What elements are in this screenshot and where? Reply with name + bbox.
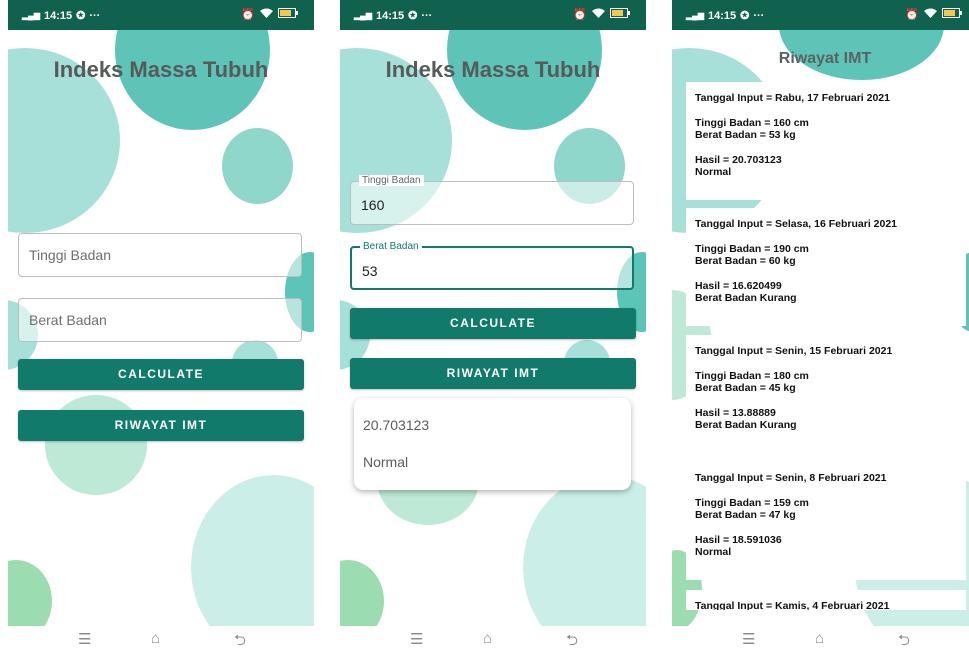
home-icon[interactable]: ⌂	[815, 630, 824, 647]
wifi-icon	[924, 8, 937, 21]
status-time: 14:15	[375, 9, 405, 22]
page-title: Indeks Massa Tubuh	[53, 57, 269, 82]
height-value: 160	[361, 197, 385, 213]
sync-icon: ✪	[740, 10, 750, 22]
height-label: Tinggi Badan	[359, 175, 424, 186]
status-bar: ▂▄▆ 14:15 ✪ ··· ⏰	[8, 0, 314, 30]
status-time: 14:15	[707, 9, 737, 22]
alarm-icon: ⏰	[573, 9, 587, 21]
more-icon: ···	[753, 9, 765, 22]
history-weight: Berat Badan = 47 kg	[695, 509, 796, 521]
decor-circle	[523, 475, 646, 626]
home-icon[interactable]: ⌂	[483, 630, 492, 647]
battery-icon	[278, 8, 298, 21]
history-date: Tanggal Input = Rabu, 17 Februari 2021	[695, 92, 890, 104]
calculate-button[interactable]: CALCULATE	[350, 308, 636, 339]
history-result: Hasil = 18.591036	[695, 534, 782, 546]
history-category: Normal	[695, 546, 732, 558]
navigation-bar: ☰ ⌂ ⮌	[340, 626, 646, 650]
history-result: Hasil = 20.703123	[695, 154, 782, 166]
history-category: Berat Badan Kurang	[695, 292, 797, 304]
history-height: Tinggi Badan = 190 cm	[695, 243, 809, 255]
status-bar: ▂▄▆ 14:15 ✪ ··· ⏰	[672, 0, 969, 30]
main-screen: Indeks Massa Tubuh Tinggi Badan 160 Bera…	[340, 30, 646, 626]
decor-circle	[222, 128, 293, 204]
menu-icon[interactable]: ☰	[78, 630, 91, 648]
wifi-icon	[260, 8, 273, 21]
history-date: Tanggal Input = Selasa, 16 Februari 2021	[695, 218, 898, 230]
height-placeholder: Tinggi Badan	[29, 247, 111, 263]
home-icon[interactable]: ⌂	[151, 630, 160, 647]
height-input[interactable]: Tinggi Badan 160	[350, 175, 634, 225]
history-weight: Berat Badan = 45 kg	[695, 382, 796, 394]
history-item[interactable]: Tanggal Input = Senin, 8 Februari 2021 T…	[686, 462, 966, 580]
history-result: Hasil = 13.88889	[695, 407, 776, 419]
decor-circle	[191, 475, 314, 626]
back-icon[interactable]: ⮌	[898, 630, 910, 650]
phone-screen-input: ▂▄▆ 14:15 ✪ ··· ⏰ Indeks Massa Tubuh Tin…	[8, 0, 314, 650]
history-title: Riwayat IMT	[778, 50, 872, 67]
phone-screen-history: ▂▄▆ 14:15 ✪ ··· ⏰ Riwayat IMT Tanggal In…	[672, 0, 969, 650]
phone-screen-result: ▂▄▆ 14:15 ✪ ··· ⏰ Indeks Massa Tubuh Tin…	[340, 0, 646, 650]
history-weight: Berat Badan = 60 kg	[695, 255, 796, 267]
alarm-icon: ⏰	[241, 9, 255, 21]
back-icon[interactable]: ⮌	[234, 630, 246, 650]
battery-icon	[610, 8, 630, 21]
history-button[interactable]: RIWAYAT IMT	[350, 358, 636, 389]
alarm-icon: ⏰	[905, 9, 919, 21]
decor-circle	[8, 560, 52, 626]
history-weight: Berat Badan = 53 kg	[695, 129, 796, 141]
weight-label: Berat Badan	[360, 241, 422, 252]
weight-placeholder: Berat Badan	[29, 312, 107, 328]
history-height: Tinggi Badan = 159 cm	[695, 497, 809, 509]
sync-icon: ✪	[76, 10, 86, 22]
status-bar: ▂▄▆ 14:15 ✪ ··· ⏰	[340, 0, 646, 30]
weight-input[interactable]: Berat Badan 53	[350, 241, 634, 290]
navigation-bar: ☰ ⌂ ⮌	[672, 626, 969, 650]
signal-icon: ▂▄▆	[354, 11, 372, 20]
more-icon: ···	[89, 9, 101, 22]
history-item[interactable]: Tanggal Input = Kamis, 4 Februari 2021	[686, 590, 966, 610]
back-icon[interactable]: ⮌	[566, 630, 578, 650]
calculate-button[interactable]: CALCULATE	[18, 359, 304, 390]
history-date: Tanggal Input = Senin, 8 Februari 2021	[695, 472, 887, 484]
history-category: Berat Badan Kurang	[695, 419, 797, 431]
history-category: Normal	[695, 166, 732, 178]
height-input[interactable]: Tinggi Badan	[18, 233, 302, 277]
history-date: Tanggal Input = Kamis, 4 Februari 2021	[695, 600, 890, 610]
menu-icon[interactable]: ☰	[742, 630, 755, 648]
battery-icon	[942, 8, 962, 21]
result-category: Normal	[363, 454, 409, 470]
status-time: 14:15	[43, 9, 73, 22]
history-item[interactable]: Tanggal Input = Senin, 15 Februari 2021 …	[686, 335, 966, 453]
sync-icon: ✪	[408, 10, 418, 22]
history-result: Hasil = 16.620499	[695, 280, 782, 292]
signal-icon: ▂▄▆	[22, 11, 40, 20]
history-height: Tinggi Badan = 160 cm	[695, 117, 809, 129]
signal-icon: ▂▄▆	[686, 11, 704, 20]
history-item[interactable]: Tanggal Input = Selasa, 16 Februari 2021…	[686, 208, 966, 326]
wifi-icon	[592, 8, 605, 21]
page-title: Indeks Massa Tubuh	[385, 57, 601, 82]
history-date: Tanggal Input = Senin, 15 Februari 2021	[695, 345, 893, 357]
main-screen: Indeks Massa Tubuh Tinggi Badan Berat Ba…	[8, 30, 314, 626]
weight-value: 53	[362, 263, 378, 279]
history-item[interactable]: Tanggal Input = Rabu, 17 Februari 2021 T…	[686, 82, 966, 200]
menu-icon[interactable]: ☰	[410, 630, 423, 648]
decor-circle	[340, 560, 384, 626]
weight-input[interactable]: Berat Badan	[18, 298, 302, 342]
more-icon: ···	[421, 9, 433, 22]
history-screen: Riwayat IMT Tanggal Input = Rabu, 17 Feb…	[672, 30, 969, 626]
result-value: 20.703123	[363, 417, 430, 433]
history-height: Tinggi Badan = 180 cm	[695, 370, 809, 382]
navigation-bar: ☰ ⌂ ⮌	[8, 626, 314, 650]
history-button[interactable]: RIWAYAT IMT	[18, 410, 304, 441]
result-card: 20.703123 Normal	[354, 398, 631, 490]
